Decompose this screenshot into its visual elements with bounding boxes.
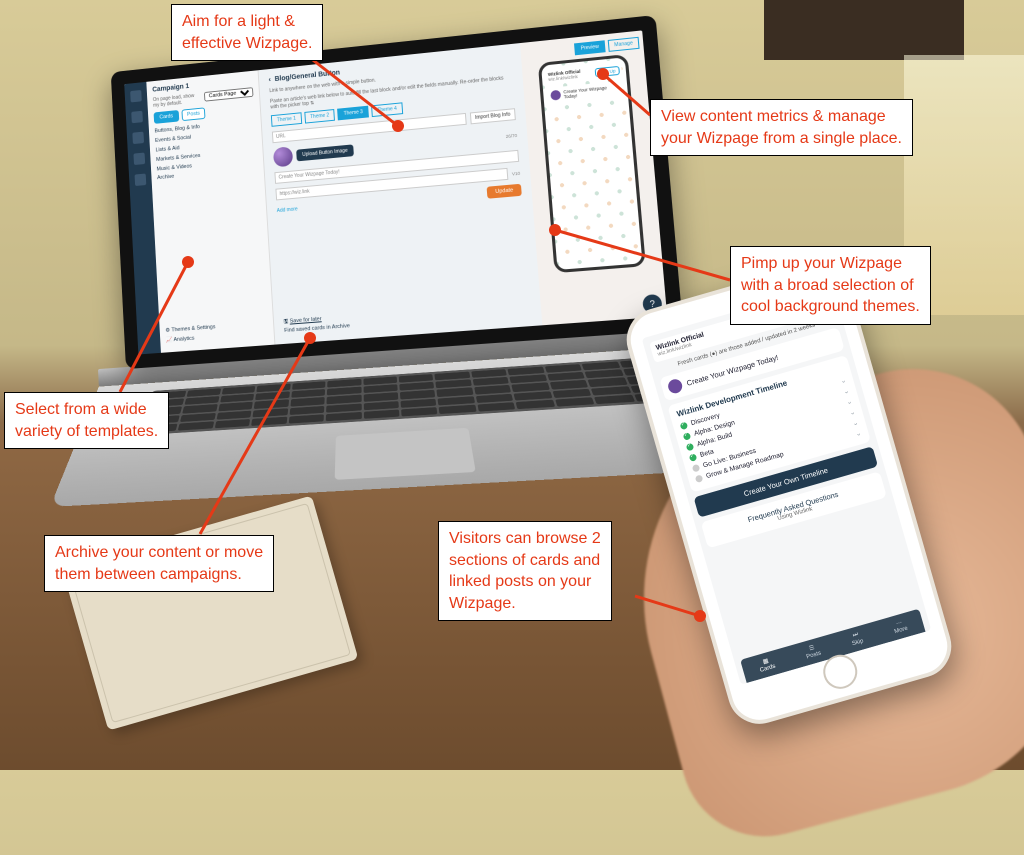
- preview-signup[interactable]: Sign Up: [595, 65, 620, 76]
- tab-posts[interactable]: ☰Posts: [804, 643, 822, 661]
- callout-archive: Archive your content or move them betwee…: [44, 535, 274, 592]
- tab-more[interactable]: ⋯More: [892, 618, 909, 635]
- laptop: Campaign 1 On page load, show my by defa…: [111, 15, 697, 507]
- tab-skip[interactable]: ⏭Skip: [849, 631, 864, 648]
- theme-option[interactable]: Theme 2: [304, 109, 335, 124]
- tab-posts[interactable]: Posts: [181, 107, 206, 121]
- chevron-down-icon: ⌄: [851, 418, 859, 427]
- callout-metrics: View content metrics & manage your Wizpa…: [650, 99, 913, 156]
- chevron-down-icon: ⌄: [842, 386, 850, 395]
- preview-card-text: Create Your Wizpage Today!: [563, 84, 620, 99]
- callout-light: Aim for a light & effective Wizpage.: [171, 4, 323, 61]
- chevron-down-icon: ⌄: [839, 376, 847, 385]
- theme-option[interactable]: Theme 1: [271, 112, 302, 127]
- theme-option[interactable]: Theme 3: [338, 106, 370, 121]
- tab-cards[interactable]: ▦Cards: [757, 656, 776, 674]
- manage-tab[interactable]: Manage: [608, 37, 640, 52]
- sidebar: Campaign 1 On page load, show my by defa…: [146, 70, 275, 353]
- chevron-down-icon: ⌄: [845, 397, 853, 406]
- theme-option[interactable]: Theme 4: [371, 102, 403, 117]
- laptop-screen: Campaign 1 On page load, show my by defa…: [111, 15, 684, 369]
- save-later-link[interactable]: Save for later: [290, 317, 322, 325]
- card-avatar-icon: [550, 90, 561, 101]
- rail-icon[interactable]: [135, 174, 147, 186]
- archive-hint: Find saved cards in Archive: [284, 323, 350, 334]
- chevron-down-icon: ⌄: [854, 428, 862, 437]
- tab-cards[interactable]: Cards: [154, 110, 179, 124]
- char-counter: 26/70: [506, 132, 518, 138]
- editor-panel: ‹Blog/General Button Link to anywhere on…: [259, 43, 543, 344]
- picture-frame: [764, 0, 964, 60]
- preview-panel: Preview Manage Wizlink Officialwiz.link/…: [520, 30, 667, 325]
- template-list: Buttons, Blog & Info Events & Social Lis…: [154, 118, 258, 184]
- card-avatar-icon: [667, 378, 684, 395]
- trackpad: [335, 428, 476, 480]
- wizard-avatar: [273, 146, 293, 167]
- preview-tab[interactable]: Preview: [574, 40, 605, 55]
- update-button[interactable]: Update: [487, 184, 522, 199]
- add-more-link[interactable]: Add more: [277, 206, 298, 214]
- chevron-down-icon: ⌄: [848, 407, 856, 416]
- phone-preview-mock: Wizlink Officialwiz.link/wizlink Sign Up…: [538, 54, 646, 273]
- import-button[interactable]: Import Blog Info: [470, 108, 516, 124]
- rail-icon[interactable]: [130, 90, 142, 102]
- pageload-note: On page load, show my by default.: [153, 92, 202, 108]
- callout-visitors: Visitors can browse 2 sections of cards …: [438, 521, 612, 621]
- callout-themes: Pimp up your Wizpage with a broad select…: [730, 246, 931, 325]
- upload-button[interactable]: Upload Button Image: [296, 144, 354, 161]
- rail-icon[interactable]: [132, 132, 144, 144]
- len-indicator: V10: [512, 170, 520, 176]
- callout-templates: Select from a wide variety of templates.: [4, 392, 169, 449]
- rail-icon[interactable]: [131, 111, 143, 123]
- rail-icon[interactable]: [133, 153, 145, 165]
- page-select[interactable]: Cards Page: [204, 87, 254, 102]
